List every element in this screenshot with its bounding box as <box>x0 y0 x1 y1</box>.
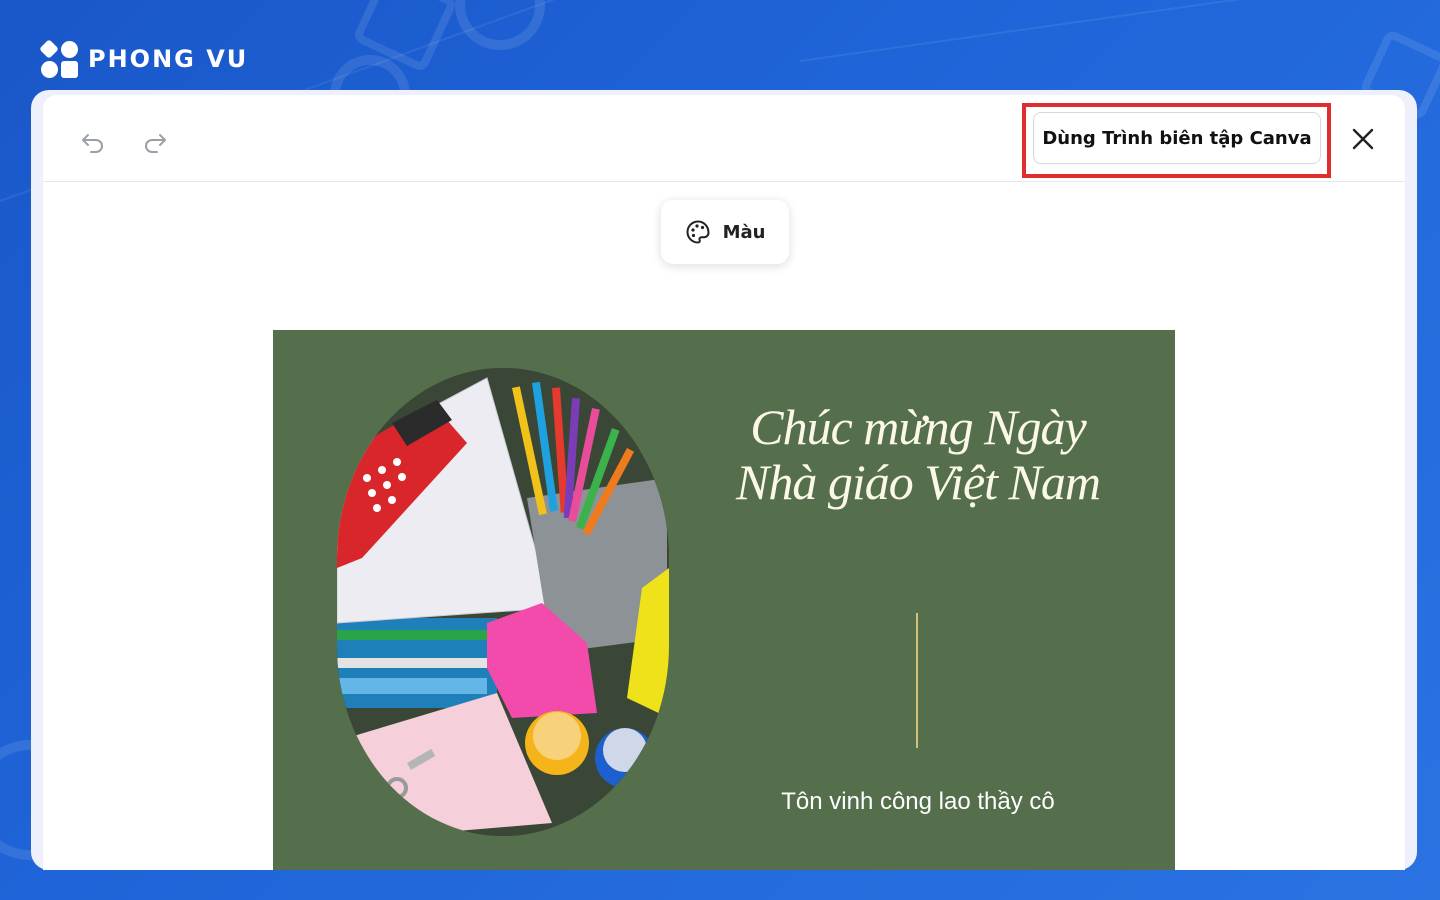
redo-icon <box>145 134 166 153</box>
brand-logo-mark <box>39 39 80 78</box>
card-subtitle[interactable]: Tôn vinh công lao thầy cô <box>713 788 1123 816</box>
brand-logo: PHONG VU <box>39 39 249 78</box>
color-button-label: Màu <box>722 221 766 243</box>
redo-button[interactable] <box>135 123 175 163</box>
school-supplies-illustration <box>337 368 669 836</box>
card-title[interactable]: Chúc mừng Ngày Nhà giáo Việt Nam <box>713 400 1123 510</box>
design-editor-modal: Dùng Trình biên tập Canva Màu Chúc mừng … <box>31 90 1417 870</box>
use-canva-editor-button[interactable]: Dùng Trình biên tập Canva <box>1033 112 1321 164</box>
close-button[interactable] <box>1343 119 1383 159</box>
brand-name: PHONG VU <box>88 45 249 73</box>
school-supplies-photo[interactable] <box>337 368 669 836</box>
color-button[interactable]: Màu <box>661 200 789 264</box>
close-icon <box>1352 128 1374 150</box>
undo-icon <box>82 134 103 153</box>
design-canvas[interactable]: Chúc mừng Ngày Nhà giáo Việt Nam Tôn vin… <box>273 330 1175 870</box>
card-divider-line <box>916 613 918 748</box>
modal-content: Dùng Trình biên tập Canva Màu Chúc mừng … <box>43 95 1405 870</box>
editor-toolbar: Dùng Trình biên tập Canva <box>43 95 1405 182</box>
palette-icon <box>686 220 710 244</box>
undo-button[interactable] <box>73 123 113 163</box>
